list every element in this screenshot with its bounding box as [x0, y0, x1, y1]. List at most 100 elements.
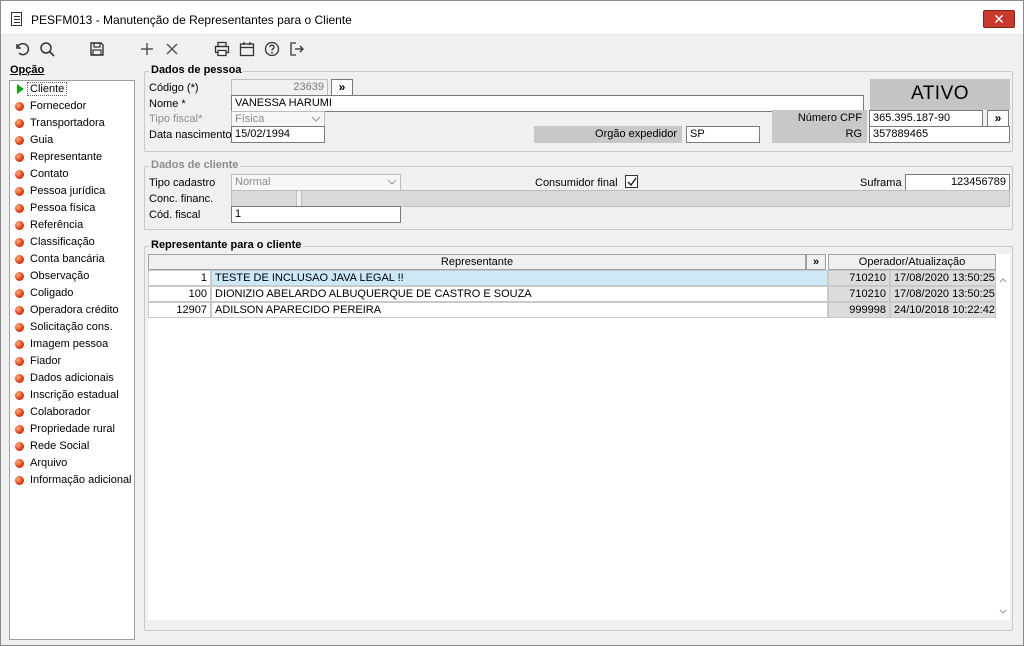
scroll-down-icon[interactable]	[999, 608, 1007, 616]
consumidor-checkbox[interactable]	[625, 175, 638, 188]
exit-icon[interactable]	[287, 39, 307, 59]
representantes-legend: Representante para o cliente	[149, 239, 304, 251]
sidebar-item[interactable]: Pessoa jurídica	[10, 183, 134, 200]
cell-operador[interactable]: 710210	[828, 286, 890, 302]
cell-data[interactable]: 17/08/2020 13:50:25	[890, 286, 996, 302]
undo-icon[interactable]	[12, 39, 32, 59]
document-icon	[11, 12, 22, 26]
codigo-lookup-button[interactable]: »	[331, 79, 353, 96]
bullet-icon	[15, 136, 24, 145]
sidebar-item[interactable]: Classificação	[10, 234, 134, 251]
sidebar-item[interactable]: Transportadora	[10, 115, 134, 132]
cpf-field[interactable]: 365.395.187-90	[869, 110, 983, 127]
sidebar-item[interactable]: Conta bancária	[10, 251, 134, 268]
col-operador-header[interactable]: Operador/Atualização	[828, 254, 996, 270]
bullet-icon	[15, 476, 24, 485]
sidebar-item-label: Referência	[30, 219, 84, 231]
sidebar-header: Opção	[10, 64, 45, 76]
sidebar-item-label: Operadora crédito	[30, 304, 119, 316]
cpf-lookup-button[interactable]: »	[987, 110, 1009, 127]
help-icon[interactable]	[262, 39, 282, 59]
cell-operador[interactable]: 999998	[828, 302, 890, 318]
sidebar-item[interactable]: Representante	[10, 149, 134, 166]
orgao-field[interactable]: SP	[686, 126, 760, 143]
table-row[interactable]: 12907 ADILSON APARECIDO PEREIRA 999998 24/1…	[148, 302, 996, 318]
sidebar-item[interactable]: Solicitação cons.	[10, 319, 134, 336]
sidebar-item-label: Observação	[30, 270, 90, 282]
bullet-icon	[15, 306, 24, 315]
cell-codigo[interactable]: 1	[148, 270, 211, 286]
sidebar-item[interactable]: Pessoa física	[10, 200, 134, 217]
print-icon[interactable]	[212, 39, 232, 59]
sidebar-item-label: Cliente	[27, 82, 68, 96]
add-icon[interactable]	[137, 39, 157, 59]
sidebar-item[interactable]: Contato	[10, 166, 134, 183]
representantes-grid: Representante » Operador/Atualização 1 TE…	[148, 254, 1010, 620]
tipo-cadastro-label: Tipo cadastro	[149, 177, 216, 189]
cod-fiscal-label: Cód. fiscal	[149, 209, 201, 221]
bullet-icon	[15, 221, 24, 230]
bullet-icon	[15, 391, 24, 400]
bullet-icon	[15, 272, 24, 281]
sidebar-item[interactable]: Referência	[10, 217, 134, 234]
suframa-field[interactable]: 123456789	[905, 174, 1010, 191]
bullet-icon	[15, 187, 24, 196]
codigo-field[interactable]: 23639	[231, 79, 328, 96]
delete-icon[interactable]	[162, 39, 182, 59]
cell-codigo[interactable]: 100	[148, 286, 211, 302]
col-representante-header[interactable]: Representante	[148, 254, 806, 270]
close-button[interactable]: ✕	[983, 10, 1015, 28]
consumidor-label: Consumidor final	[535, 177, 618, 189]
cod-fiscal-field[interactable]: 1	[231, 206, 401, 223]
cell-data[interactable]: 24/10/2018 10:22:42	[890, 302, 996, 318]
grid-scrollbar[interactable]	[996, 272, 1010, 620]
sidebar-list: Cliente Fornecedor Transportadora Guia Repre…	[9, 80, 135, 640]
cell-nome[interactable]: ADILSON APARECIDO PEREIRA	[211, 302, 828, 318]
cell-codigo[interactable]: 12907	[148, 302, 211, 318]
rg-field[interactable]: 357889465	[869, 126, 1010, 143]
sidebar-item[interactable]: Fiador	[10, 353, 134, 370]
bullet-icon	[15, 170, 24, 179]
save-icon[interactable]	[87, 39, 107, 59]
col-expand-button[interactable]: »	[806, 254, 826, 270]
calendar-icon[interactable]	[237, 39, 257, 59]
sidebar-item[interactable]: Coligado	[10, 285, 134, 302]
bullet-icon	[15, 459, 24, 468]
window-title: PESFM013 - Manutenção de Representantes …	[31, 13, 352, 27]
table-row[interactable]: 100 DIONIZIO ABELARDO ALBUQUERQUE DE CAST…	[148, 286, 996, 302]
sidebar-item-label: Rede Social	[30, 440, 90, 452]
sidebar-item-label: Imagem pessoa	[30, 338, 109, 350]
tipo-cadastro-value: Normal	[235, 176, 271, 188]
sidebar-item[interactable]: Operadora crédito	[10, 302, 134, 319]
sidebar-item[interactable]: Cliente	[10, 81, 134, 98]
sidebar-item[interactable]: Informação adicional	[10, 472, 134, 489]
rg-label: RG	[772, 126, 867, 143]
sidebar-item[interactable]: Observação	[10, 268, 134, 285]
sidebar-item[interactable]: Dados adicionais	[10, 370, 134, 387]
play-arrow-icon	[17, 84, 24, 94]
bullet-icon	[15, 340, 24, 349]
sidebar-item[interactable]: Fornecedor	[10, 98, 134, 115]
sidebar-item[interactable]: Inscrição estadual	[10, 387, 134, 404]
tipo-cadastro-select[interactable]: Normal	[231, 174, 401, 191]
nascimento-field[interactable]: 15/02/1994	[231, 126, 325, 143]
nascimento-label: Data nascimento	[149, 129, 232, 141]
cell-data[interactable]: 17/08/2020 13:50:25	[890, 270, 996, 286]
sidebar-item-label: Pessoa física	[30, 202, 96, 214]
cell-nome[interactable]: DIONIZIO ABELARDO ALBUQUERQUE DE CASTRO …	[211, 286, 828, 302]
nome-field[interactable]: VANESSA HARUMI	[231, 95, 864, 112]
search-icon[interactable]	[37, 39, 57, 59]
sidebar-item[interactable]: Propriedade rural	[10, 421, 134, 438]
sidebar-item[interactable]: Arquivo	[10, 455, 134, 472]
sidebar-item[interactable]: Rede Social	[10, 438, 134, 455]
cell-nome[interactable]: TESTE DE INCLUSAO JAVA LEGAL !!	[211, 270, 828, 286]
scroll-up-icon[interactable]	[999, 276, 1007, 284]
sidebar-item-label: Inscrição estadual	[30, 389, 119, 401]
table-row[interactable]: 1 TESTE DE INCLUSAO JAVA LEGAL !! 710210 17…	[148, 270, 996, 286]
sidebar-item[interactable]: Imagem pessoa	[10, 336, 134, 353]
sidebar-item[interactable]: Colaborador	[10, 404, 134, 421]
sidebar-item[interactable]: Guia	[10, 132, 134, 149]
sidebar-item-label: Arquivo	[30, 457, 68, 469]
cell-operador[interactable]: 710210	[828, 270, 890, 286]
sidebar-item-label: Solicitação cons.	[30, 321, 113, 333]
